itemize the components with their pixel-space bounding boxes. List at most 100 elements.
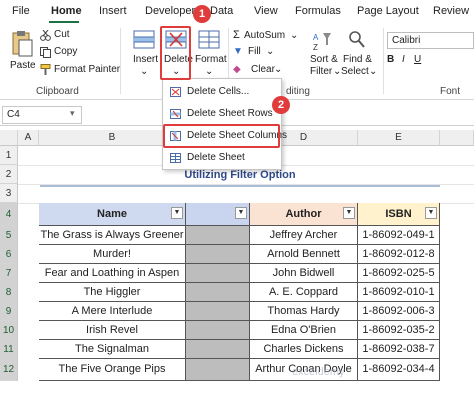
isbn-cell[interactable]: 1-86092-012-8 xyxy=(358,245,440,264)
name-cell[interactable]: Fear and Loathing in Aspen xyxy=(39,264,186,283)
tab-home[interactable]: Home xyxy=(51,5,82,17)
tab-view[interactable]: View xyxy=(254,5,278,17)
tab-insert[interactable]: Insert xyxy=(99,5,127,17)
name-cell[interactable]: Irish Revel xyxy=(39,321,186,340)
clear-dropdown-icon[interactable]: ⌄ xyxy=(274,64,282,75)
blank-cell[interactable] xyxy=(186,264,250,283)
paste-icon[interactable] xyxy=(10,30,34,58)
blank-cell[interactable] xyxy=(186,245,250,264)
row-header[interactable]: 2 xyxy=(0,165,18,184)
row-header[interactable]: 4 xyxy=(0,203,18,226)
row-header[interactable]: 3 xyxy=(0,184,18,203)
header-author-cell[interactable]: Author ▼ xyxy=(250,203,358,226)
author-cell[interactable]: Jeffrey Archer xyxy=(250,226,358,245)
find-select-button[interactable]: Find & xyxy=(343,54,372,65)
tab-review[interactable]: Review xyxy=(433,5,469,17)
autosum-button[interactable]: AutoSum xyxy=(244,30,285,41)
header-isbn-cell[interactable]: ISBN ▼ xyxy=(358,203,440,226)
blank-cell[interactable] xyxy=(186,340,250,359)
author-cell[interactable]: Thomas Hardy xyxy=(250,302,358,321)
tab-data[interactable]: Data xyxy=(210,5,233,17)
clear-button[interactable]: Clear xyxy=(251,64,275,75)
format-dropdown-icon[interactable]: ⌄ xyxy=(205,66,213,77)
filter-dropdown-icon[interactable]: ▼ xyxy=(171,207,183,219)
fill-button[interactable]: Fill xyxy=(248,46,261,57)
insert-dropdown-icon[interactable]: ⌄ xyxy=(140,66,148,77)
blank-cell[interactable] xyxy=(186,226,250,245)
tab-developer[interactable]: Developer xyxy=(145,5,195,17)
row-header[interactable]: 9 xyxy=(0,302,18,321)
column-header-e[interactable]: E xyxy=(358,130,440,146)
isbn-cell[interactable]: 1-86092-010-1 xyxy=(358,283,440,302)
fill-icon: ▼ xyxy=(233,46,243,57)
sort-filter-button-line2[interactable]: Filter xyxy=(310,66,332,77)
filter-dropdown-icon[interactable]: ▼ xyxy=(235,207,247,219)
menu-item-delete-cells[interactable]: Delete Cells... xyxy=(163,82,281,102)
filter-dropdown-icon[interactable]: ▼ xyxy=(425,207,437,219)
name-cell[interactable]: The Five Orange Pips xyxy=(39,359,186,381)
clipboard-group-label: Clipboard xyxy=(36,86,79,97)
paste-button[interactable]: Paste xyxy=(10,60,36,71)
font-name-input[interactable]: Calibri xyxy=(387,32,474,49)
insert-button[interactable]: Insert xyxy=(133,54,158,65)
row-header[interactable]: 11 xyxy=(0,340,18,359)
row-header[interactable]: 10 xyxy=(0,321,18,340)
header-name-cell[interactable]: Name ▼ xyxy=(39,203,186,226)
menu-item-delete-sheet-rows[interactable]: Delete Sheet Rows xyxy=(163,104,281,124)
column-header-a[interactable]: A xyxy=(18,130,39,146)
isbn-cell[interactable]: 1-86092-035-2 xyxy=(358,321,440,340)
tab-page-layout[interactable]: Page Layout xyxy=(357,5,419,17)
copy-button[interactable]: Copy xyxy=(54,46,77,57)
find-select-button-line2[interactable]: Select xyxy=(341,66,369,77)
row-header[interactable]: 7 xyxy=(0,264,18,283)
format-button[interactable]: Format xyxy=(195,54,227,65)
author-cell[interactable]: Edna O'Brien xyxy=(250,321,358,340)
author-cell[interactable]: John Bidwell xyxy=(250,264,358,283)
underline-button[interactable]: U xyxy=(414,54,421,65)
tab-file[interactable]: File xyxy=(12,5,30,17)
name-box-dropdown-icon[interactable]: ▾ xyxy=(70,108,75,119)
menu-item-delete-sheet[interactable]: Delete Sheet xyxy=(163,148,281,168)
row-header[interactable]: 1 xyxy=(0,146,18,165)
author-cell[interactable]: Arnold Bennett xyxy=(250,245,358,264)
name-cell[interactable]: The Higgler xyxy=(39,283,186,302)
italic-button[interactable]: I xyxy=(402,54,405,65)
watermark: exceldemy xyxy=(292,366,345,378)
isbn-cell[interactable]: 1-86092-049-1 xyxy=(358,226,440,245)
find-select-dropdown-icon[interactable]: ⌄ xyxy=(369,66,377,77)
column-header-f[interactable] xyxy=(440,130,474,146)
name-cell[interactable]: The Grass is Always Greener xyxy=(39,226,186,245)
name-cell[interactable]: Murder! xyxy=(39,245,186,264)
row-header[interactable]: 6 xyxy=(0,245,18,264)
isbn-cell[interactable]: 1-86092-025-5 xyxy=(358,264,440,283)
autosum-dropdown-icon[interactable]: ⌄ xyxy=(290,30,298,41)
menu-item-label: Delete Cells... xyxy=(187,86,250,97)
sheet-title: Utilizing Filter Option xyxy=(184,169,296,181)
bold-button[interactable]: B xyxy=(387,54,394,65)
isbn-cell[interactable]: 1-86092-038-7 xyxy=(358,340,440,359)
row-header[interactable]: 12 xyxy=(0,359,18,381)
author-cell[interactable]: A. E. Coppard xyxy=(250,283,358,302)
blank-cell[interactable] xyxy=(186,359,250,381)
format-painter-button[interactable]: Format Painter xyxy=(54,64,120,75)
blank-cell[interactable] xyxy=(186,321,250,340)
header-blank-cell[interactable]: ▼ xyxy=(186,203,250,226)
fill-dropdown-icon[interactable]: ⌄ xyxy=(266,46,274,57)
row-header[interactable]: 8 xyxy=(0,283,18,302)
select-all-corner[interactable] xyxy=(0,130,18,146)
cut-button[interactable]: Cut xyxy=(54,29,70,40)
filter-dropdown-icon[interactable]: ▼ xyxy=(343,207,355,219)
name-cell[interactable]: A Mere Interlude xyxy=(39,302,186,321)
name-cell[interactable]: The Signalman xyxy=(39,340,186,359)
blank-cell[interactable] xyxy=(186,302,250,321)
delete-rows-icon xyxy=(170,109,181,119)
insert-cells-icon xyxy=(133,30,155,49)
blank-cell[interactable] xyxy=(186,283,250,302)
author-cell[interactable]: Charles Dickens xyxy=(250,340,358,359)
copy-icon xyxy=(40,47,51,58)
isbn-cell[interactable]: 1-86092-006-3 xyxy=(358,302,440,321)
isbn-cell[interactable]: 1-86092-034-4 xyxy=(358,359,440,381)
row-header[interactable]: 5 xyxy=(0,226,18,245)
tab-formulas[interactable]: Formulas xyxy=(295,5,341,17)
sort-filter-button[interactable]: Sort & xyxy=(310,54,338,65)
